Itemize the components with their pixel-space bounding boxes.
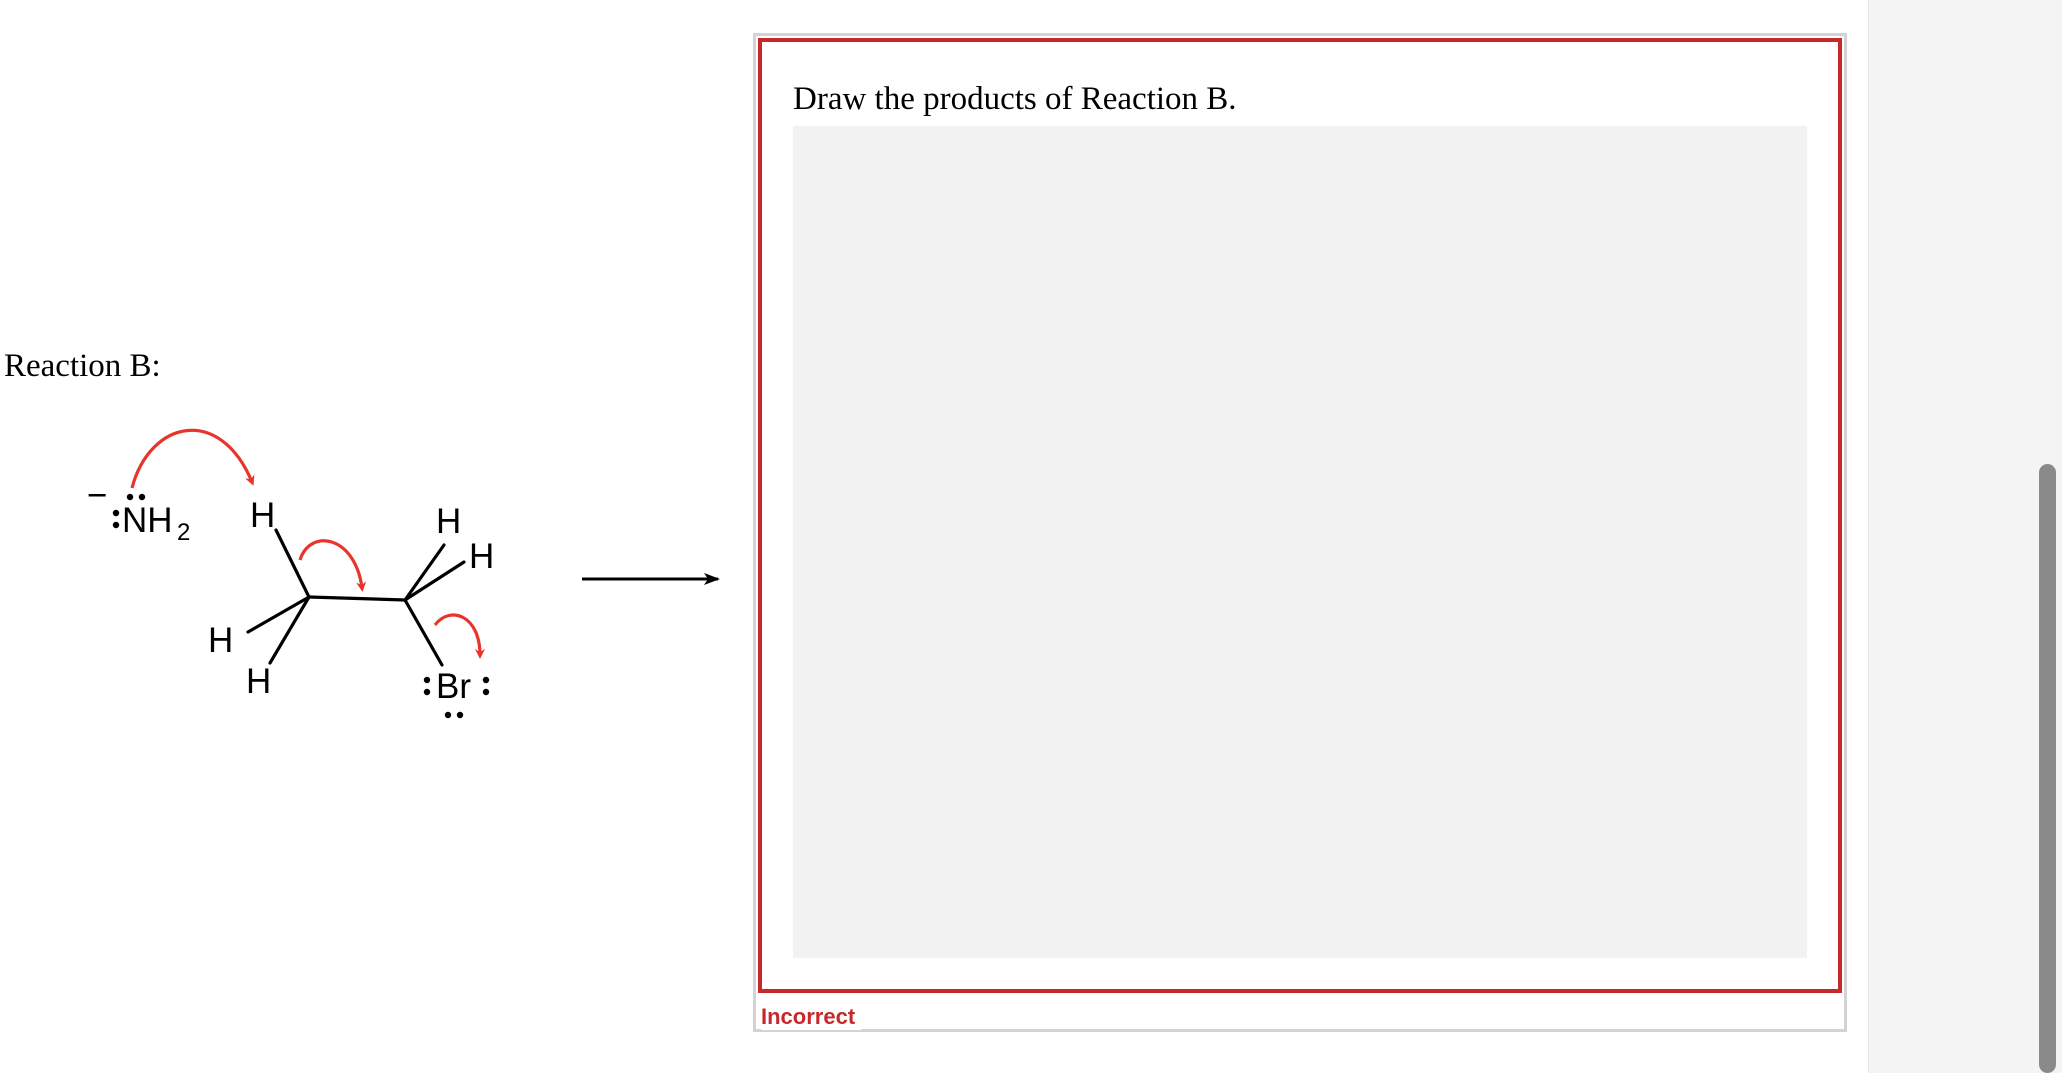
reaction-mechanism-diagram: − NH 2 H H H H H Br	[87, 428, 720, 719]
scrollbar-thumb[interactable]	[2039, 464, 2056, 1073]
reaction-label: Reaction B:	[4, 348, 161, 384]
curved-arrow-nh2-to-h	[130, 428, 255, 489]
lone-pair-dot	[444, 711, 452, 719]
hydrogen-label: H	[208, 621, 233, 660]
bromine-label: Br	[436, 667, 471, 706]
lone-pair-dot	[112, 521, 120, 529]
hydrogen-label: H	[250, 496, 275, 535]
hydrogen-label: H	[246, 662, 271, 701]
question-prompt: Draw the products of Reaction B.	[793, 81, 1237, 117]
bond-c2-br	[403, 598, 444, 667]
hydrogen-label: H	[469, 537, 494, 576]
lone-pair-dot	[482, 688, 490, 696]
nh2-subscript: 2	[177, 519, 190, 546]
lone-pair-dot	[138, 493, 146, 501]
lone-pair-dot	[482, 676, 490, 684]
curved-arrow-ch-to-cc	[298, 539, 367, 592]
lone-pair-dot	[126, 493, 134, 501]
right-gutter	[1868, 0, 2062, 1073]
charge-label: −	[87, 476, 107, 515]
bond-c2-h-top	[403, 543, 446, 602]
bond-c2-h-right	[403, 560, 466, 602]
lone-pair-dot	[423, 688, 431, 696]
bond-c1-h-top	[274, 528, 311, 599]
hydrogen-label: H	[436, 502, 461, 541]
lone-pair-dot	[423, 676, 431, 684]
bond-c1-c2	[307, 595, 407, 602]
nh2-atom-label: NH	[122, 501, 173, 540]
lone-pair-dot	[456, 711, 464, 719]
curved-arrow-cbr-to-br	[433, 613, 485, 659]
answer-status-label: Incorrect	[761, 1004, 862, 1030]
drawing-canvas[interactable]	[793, 126, 1807, 958]
lone-pair-dot	[112, 509, 120, 517]
